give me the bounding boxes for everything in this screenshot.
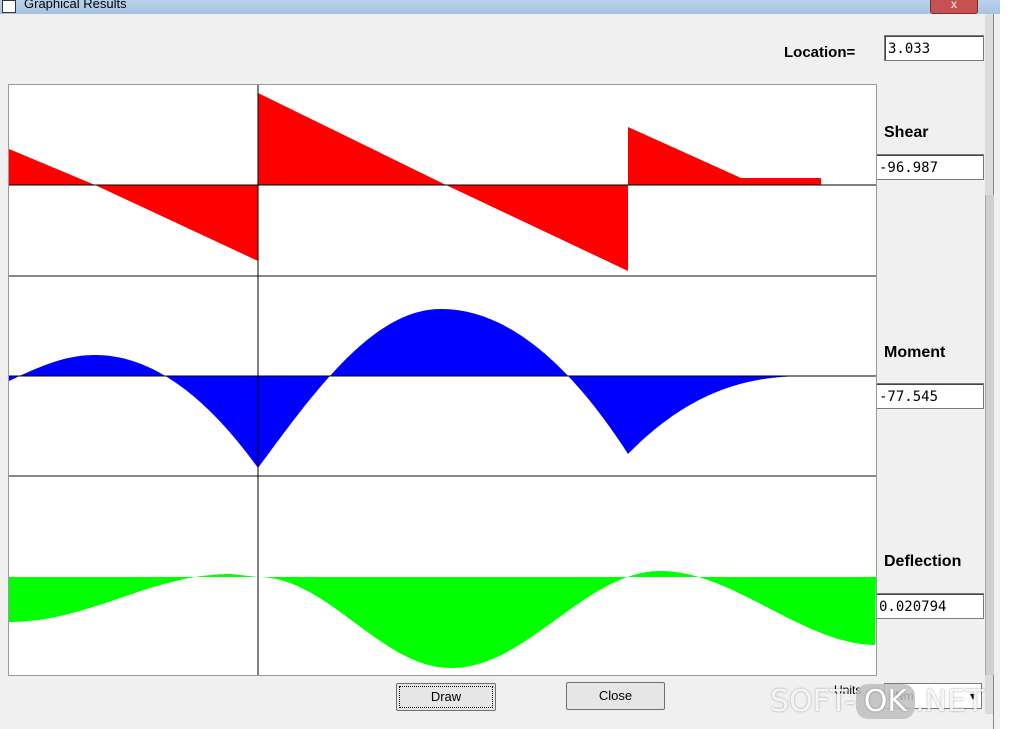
- watermark-ok: OK: [855, 684, 916, 719]
- plot-area[interactable]: [8, 84, 877, 676]
- shear-area: [9, 93, 821, 271]
- scrollbar-thumb[interactable]: [985, 195, 994, 675]
- window-title: Graphical Results: [24, 0, 127, 11]
- title-bar: Graphical Results x: [0, 0, 1000, 14]
- location-label: Location=: [784, 44, 856, 61]
- moment-value-field[interactable]: -77.545: [875, 383, 984, 409]
- close-button[interactable]: Close: [566, 682, 665, 710]
- moment-label: Moment: [884, 344, 946, 361]
- watermark-left: SOFT-: [770, 684, 856, 719]
- watermark-right: .NET: [915, 684, 985, 719]
- close-window-button[interactable]: x: [930, 0, 978, 14]
- shear-label: Shear: [884, 124, 929, 141]
- draw-button[interactable]: Draw: [396, 683, 496, 711]
- shear-value-field[interactable]: -96.987: [875, 154, 984, 180]
- watermark: SOFT- OK .NET: [770, 684, 984, 719]
- background-edge: [1000, 0, 1020, 729]
- deflection-area: [9, 571, 876, 668]
- close-icon: x: [951, 0, 957, 11]
- results-chart: [9, 85, 876, 675]
- deflection-label: Deflection: [884, 553, 962, 570]
- window-icon: [2, 0, 16, 13]
- deflection-value-field[interactable]: 0.020794: [875, 593, 984, 619]
- moment-area: [9, 309, 811, 468]
- location-field[interactable]: 3.033: [884, 35, 984, 61]
